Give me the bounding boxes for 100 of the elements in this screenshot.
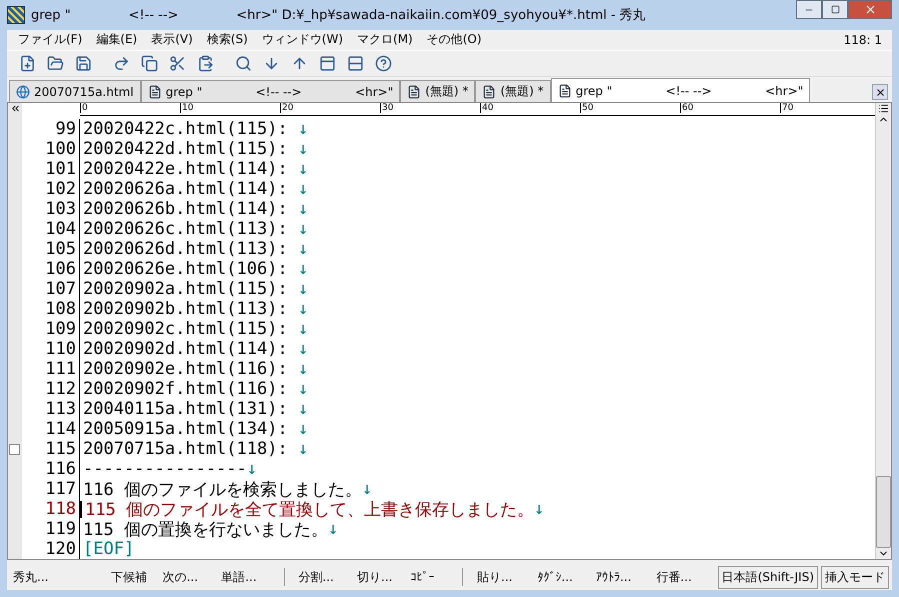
- input-mode-indicator: 挿入モード: [821, 566, 890, 589]
- code-line: 115 個の置換を行ないました。: [82, 518, 328, 541]
- line-number: 104: [22, 219, 80, 240]
- collapse-icon[interactable]: [10, 103, 20, 114]
- line-number: 116: [22, 459, 80, 480]
- code-line: 20020902e.html(116):: [82, 359, 289, 380]
- newline-mark: ↓: [298, 439, 308, 460]
- code-line: ----------------: [82, 459, 247, 480]
- ruler-label: 40: [480, 103, 494, 114]
- code-line: 20020626d.html(113):: [82, 239, 289, 260]
- code-line: 20020902c.html(115):: [82, 319, 289, 340]
- menu-item[interactable]: 編集(E): [89, 31, 144, 48]
- newline-mark: ↓: [298, 299, 308, 320]
- cursor-position: 118: 1: [844, 32, 883, 47]
- newline-mark: ↓: [298, 159, 308, 180]
- close-icon: [864, 3, 876, 16]
- code-line: 20020422e.html(114):: [82, 159, 289, 180]
- function-key-label[interactable]: 分割...: [292, 568, 352, 586]
- newline-mark: ↓: [246, 459, 258, 480]
- line-number: 100: [22, 139, 80, 160]
- code-line: 20020902a.html(115):: [82, 279, 289, 300]
- function-key-label[interactable]: ｺﾋﾟｰ: [404, 570, 454, 584]
- menu-item[interactable]: ウィンドウ(W): [254, 31, 350, 48]
- document-tab[interactable]: grep " <!-- --> <hr>": [140, 80, 400, 102]
- code-line: 20020422c.html(115):: [82, 119, 289, 140]
- encoding-indicator: 日本語(Shift-JIS): [718, 566, 818, 589]
- line-number: 109: [22, 319, 80, 340]
- newline-mark: ↓: [298, 379, 308, 400]
- newline-mark: ↓: [298, 419, 308, 440]
- document-tab[interactable]: (無題) *: [475, 80, 551, 102]
- newline-mark: ↓: [298, 339, 308, 360]
- document-tab[interactable]: grep " <!-- --> <hr>": [550, 78, 810, 102]
- function-key-label[interactable]: 単語...: [215, 568, 276, 586]
- fold-icon[interactable]: [9, 444, 20, 456]
- function-key-label[interactable]: 行番...: [650, 568, 718, 586]
- document-icon: [558, 84, 572, 98]
- list-icon[interactable]: [878, 103, 889, 114]
- newline-mark: ↓: [298, 139, 308, 160]
- newline-mark: ↓: [298, 179, 308, 200]
- menu-item[interactable]: その他(O): [420, 31, 489, 48]
- code-line: 20020902b.html(113):: [82, 299, 289, 320]
- line-number: 110: [22, 339, 80, 360]
- close-icon: [874, 86, 886, 98]
- ruler-label: 60: [680, 103, 694, 114]
- newline-mark: ↓: [298, 359, 308, 380]
- code-line: 116 個のファイルを検索しました。: [82, 478, 362, 501]
- newline-mark: ↓: [298, 259, 308, 280]
- newline-mark: ↓: [298, 119, 308, 140]
- code-line: 20020626b.html(114):: [82, 199, 289, 220]
- close-tab-button[interactable]: [872, 84, 888, 100]
- line-number: 119: [22, 519, 80, 540]
- function-key-label[interactable]: 貼り...: [471, 568, 532, 586]
- function-key-label[interactable]: 秀丸...: [7, 568, 106, 586]
- code-line: 20020626c.html(113):: [82, 219, 289, 240]
- ruler-label: 0: [80, 103, 88, 114]
- line-number: 113: [22, 399, 80, 420]
- function-key-label[interactable]: 次の...: [156, 568, 216, 586]
- minimize-button[interactable]: [796, 0, 822, 19]
- menu-item[interactable]: ファイル(F): [11, 31, 90, 48]
- ruler-label: 10: [180, 103, 194, 114]
- menu-item[interactable]: マクロ(M): [350, 31, 420, 48]
- newline-mark: ↓: [328, 519, 338, 540]
- scroll-thumb[interactable]: [876, 476, 891, 548]
- line-number: 120: [22, 539, 80, 560]
- menu-item[interactable]: 表示(V): [144, 31, 200, 48]
- newline-mark: ↓: [534, 499, 544, 520]
- code-line: 20040115a.html(131):: [82, 399, 289, 420]
- function-key-label[interactable]: ﾀｸﾞｼ...: [531, 570, 590, 584]
- newline-mark: ↓: [298, 279, 308, 300]
- document-icon: [482, 84, 496, 99]
- code-line: 115 個のファイルを全て置換して、上書き保存しました。: [84, 498, 534, 521]
- function-key-label[interactable]: 下候補: [105, 568, 157, 586]
- code-line: 20020626a.html(114):: [82, 179, 289, 200]
- menu-item[interactable]: 検索(S): [200, 31, 255, 48]
- line-number: 114: [22, 419, 80, 440]
- line-number: 105: [22, 239, 80, 260]
- line-number: 106: [22, 259, 80, 280]
- code-line: 20050915a.html(134):: [82, 419, 289, 440]
- line-number: 102: [22, 179, 80, 200]
- function-key-label[interactable]: 切り...: [351, 568, 404, 586]
- document-tab[interactable]: 20070715a.html: [9, 80, 141, 102]
- maximize-icon: [830, 5, 840, 14]
- line-number: 108: [22, 299, 80, 320]
- function-key-label[interactable]: ｱｳﾄﾗ...: [590, 570, 650, 584]
- document-tab[interactable]: (無題) *: [400, 80, 476, 102]
- maximize-button[interactable]: [822, 0, 848, 19]
- code-line: 20020902d.html(114):: [82, 339, 289, 360]
- globe-icon: [16, 84, 30, 99]
- line-number: 117: [22, 479, 80, 500]
- code-line: [EOF]: [82, 539, 134, 560]
- document-icon: [148, 84, 162, 99]
- line-number: 103: [22, 199, 80, 220]
- code-line: 20020902f.html(116):: [82, 379, 289, 400]
- ruler-label: 50: [580, 103, 594, 114]
- newline-mark: ↓: [298, 199, 308, 220]
- code-line: 20020422d.html(115):: [82, 139, 289, 160]
- ruler-label: 70: [780, 103, 794, 114]
- ruler-label: 20: [280, 103, 294, 114]
- code-line: 20020626e.html(106):: [82, 259, 289, 280]
- close-button[interactable]: [848, 0, 892, 19]
